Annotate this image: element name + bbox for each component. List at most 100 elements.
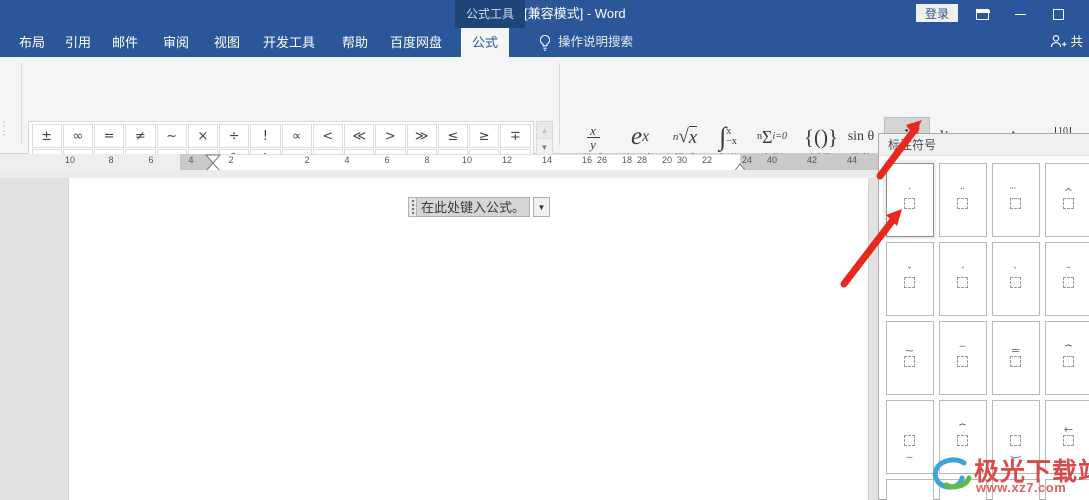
accent-item-boxed-2[interactable]: □ [936,476,989,500]
ruler-tick: 42 [806,155,817,165]
accent-item-underbrace[interactable]: ⏝ [989,397,1042,476]
ruler-tick: 8 [424,155,430,165]
ruler-tick: 18 [621,155,632,165]
title-bar: 散文.docx [兼容模式] - Word 公式工具 登录 [0,0,1089,28]
accent-item-dddot[interactable]: ⃛ [989,160,1042,239]
symbol-cell[interactable]: < [312,124,343,148]
ribbon-display-options-icon[interactable] [965,0,999,28]
ribbon-tab-strip: 布局 引用 邮件 审阅 视图 开发工具 帮助 百度网盘 公式 操作说明搜索 共 [0,28,1089,57]
maximize-icon[interactable] [1041,0,1075,28]
accent-item-dot[interactable]: ˙ [883,160,936,239]
ruler-tick: 22 [701,155,712,165]
accent-item-acute[interactable]: ´ [936,239,989,318]
placeholder-box [1009,434,1021,446]
accent-item-overbrace[interactable]: ⏞ [1042,318,1089,397]
symbol-cell[interactable]: × [187,124,218,148]
symbol-cell[interactable]: ≥ [469,124,500,148]
symbol-cell[interactable]: ∝ [281,124,312,148]
symbol-cell[interactable]: ± [31,124,62,148]
symbol-cell[interactable]: = [94,124,125,148]
ruler-tick: 6 [148,155,154,165]
tab-view[interactable]: 视图 [203,28,251,57]
ruler-tick: 16 [581,155,592,165]
ruler-tick: 8 [108,155,114,165]
symbols-row-1: ± ∞ = ≠ ∼ × ÷ ! ∝ < ≪ > ≫ ≤ ≥ ∓ [31,124,531,149]
symbol-cell[interactable]: ≫ [406,124,437,148]
equation-content-control[interactable]: 在此处键入公式。 ▼ [408,196,551,218]
symbol-cell[interactable]: ≠ [125,124,156,148]
accent-item-double-bar[interactable]: = [989,318,1042,397]
large-operator-icon: n Σi=0 [756,127,787,147]
share-label: 共 [1070,35,1083,49]
radical-icon: n √ x [672,125,698,148]
placeholder-box [956,197,968,209]
accent-item-hat[interactable]: ^ [1042,160,1089,239]
lightbulb-icon [539,34,551,51]
symbol-cell[interactable]: ∞ [62,124,93,148]
equation-dropdown-button[interactable]: ▼ [533,197,551,217]
ruler-tick: 28 [636,155,647,165]
ruler-tick: 4 [188,155,194,165]
tab-layout[interactable]: 布局 [8,28,56,57]
sign-in-button[interactable]: 登录 [914,3,959,23]
accent-item-left-arrow-above[interactable]: ← [1042,397,1089,476]
placeholder-box [956,434,968,446]
symbol-cell[interactable]: ÷ [219,124,250,148]
document-page[interactable] [68,178,869,500]
accent-item-boxed-4[interactable]: □ [1042,476,1089,500]
placeholder-box [903,355,915,367]
accent-item-underbar[interactable]: _ [883,397,936,476]
placeholder-box [1009,276,1021,288]
placeholder-box [1062,276,1074,288]
tab-developer[interactable]: 开发工具 [252,28,326,57]
ruler-tick: 20 [661,155,672,165]
function-icon: sin θ [847,129,875,144]
symbol-cell[interactable]: ≤ [437,124,468,148]
symbol-cell[interactable]: ∓ [500,124,531,148]
symbol-cell[interactable]: ∼ [156,124,187,148]
scroll-up-arrow[interactable]: ▲ [537,122,552,139]
symbol-cell[interactable]: ≪ [344,124,375,148]
accent-item-ddot[interactable]: ¨ [936,160,989,239]
tell-me-search[interactable]: 操作说明搜索 [558,28,633,57]
overflow-dots-icon: ∶ ∶ [3,119,6,138]
placeholder-box [956,276,968,288]
minimize-icon[interactable] [1003,0,1037,28]
equation-placeholder-text[interactable]: 在此处键入公式。 [417,197,531,217]
accent-item-grave[interactable]: ` [989,239,1042,318]
ruler-tick: 4 [344,155,350,165]
tab-review[interactable]: 审阅 [152,28,200,57]
accent-gallery-panel[interactable]: 标注符号 ˙ ¨ ⃛ ^ ˇ ´ ` ˘ ~ ‾ = ⏞ _ ⏞ ⏝ ← □ □… [878,133,1089,500]
integral-icon: ∫ x −x [719,122,737,151]
word-window: 散文.docx [兼容模式] - Word 公式工具 登录 布局 引用 邮件 审… [0,0,1089,500]
accent-item-overbrace-wide[interactable]: ⏞ [936,397,989,476]
tab-help[interactable]: 帮助 [331,28,379,57]
ruler-tick: 14 [541,155,552,165]
contextual-tab-group-label: 公式工具 [455,0,525,28]
share-button[interactable]: 共 [1050,28,1083,57]
accent-item-boxed[interactable]: □ [883,476,936,500]
accent-gallery-grid: ˙ ¨ ⃛ ^ ˇ ´ ` ˘ ~ ‾ = ⏞ _ ⏞ ⏝ ← □ □ □ □ [883,160,1089,500]
accent-item-tilde[interactable]: ~ [883,318,936,397]
script-icon: ex [631,123,649,150]
tab-equation[interactable]: 公式 [461,28,510,57]
symbol-cell[interactable]: ! [250,124,281,148]
accent-item-bar[interactable]: ‾ [936,318,989,397]
placeholder-box [1009,355,1021,367]
accent-item-breve[interactable]: ˘ [1042,239,1089,318]
tab-references[interactable]: 引用 [54,28,102,57]
placeholder-box [1062,434,1074,446]
accent-mark: ⏝ [1010,444,1021,458]
tab-mailings[interactable]: 邮件 [101,28,149,57]
symbol-cell[interactable]: > [375,124,406,148]
accent-item-boxed-3[interactable]: □ [989,476,1042,500]
placeholder-box [956,355,968,367]
ruler-tick: 26 [596,155,607,165]
accent-item-check[interactable]: ˇ [883,239,936,318]
placeholder-box [903,434,915,446]
ruler-tick: 6 [384,155,390,165]
content-control-handle[interactable] [408,197,417,217]
fraction-icon: xy [586,120,600,154]
tab-baidu-netdisk[interactable]: 百度网盘 [379,28,453,57]
accent-gallery-title: 标注符号 [879,134,1089,156]
